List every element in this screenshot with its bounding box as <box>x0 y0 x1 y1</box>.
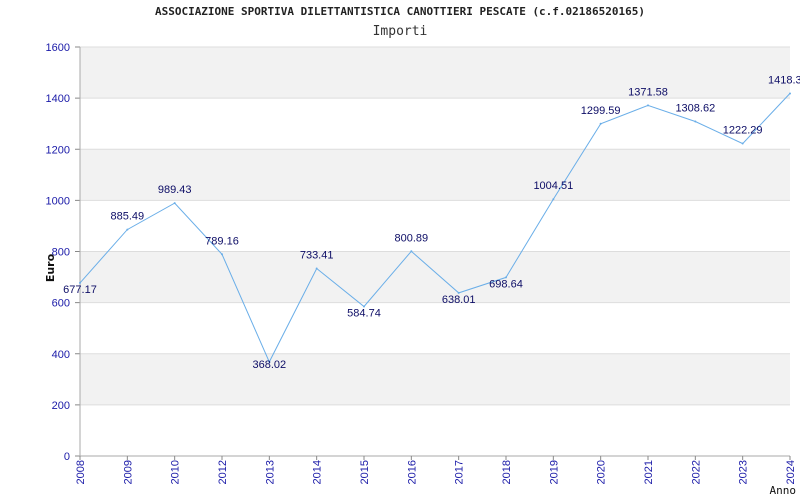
data-point <box>552 198 555 201</box>
data-point <box>789 92 791 95</box>
x-tick-label: 2023 <box>738 460 750 484</box>
x-tick-labels: 2008 2009 2010 2012 2013 2014 2015 2016 2017 2018… <box>75 456 797 484</box>
y-tick-label: 1600 <box>46 42 70 54</box>
x-tick-label: 2008 <box>75 460 87 484</box>
data-label: 638.01 <box>442 294 476 306</box>
band <box>80 302 790 354</box>
x-tick-label: 2015 <box>359 460 371 484</box>
x-tick-label: 2009 <box>122 460 134 484</box>
x-tick-label: 2018 <box>501 460 513 484</box>
data-label: 1418.3 <box>768 74 800 86</box>
data-label: 885.49 <box>111 211 145 223</box>
x-tick-label: 2024 <box>785 460 797 484</box>
data-point <box>694 120 697 123</box>
band <box>80 47 790 99</box>
data-label: 698.64 <box>489 278 523 290</box>
x-tick-label: 2010 <box>170 460 182 484</box>
data-label: 1371.58 <box>628 86 668 98</box>
y-tick-label: 0 <box>64 451 70 463</box>
y-tick-label: 1400 <box>46 93 70 105</box>
y-tick-label: 1200 <box>46 144 70 156</box>
data-point <box>647 104 649 107</box>
y-tick-label: 1000 <box>46 195 70 207</box>
x-tick-label: 2014 <box>312 460 324 484</box>
data-point <box>315 267 318 270</box>
data-label: 800.89 <box>395 232 429 244</box>
band <box>80 353 790 405</box>
data-point <box>126 228 129 231</box>
line-chart: 02004006008001000120014001600 2008 2009 20… <box>44 42 800 497</box>
data-label: 1308.62 <box>675 102 715 114</box>
band <box>80 200 790 252</box>
data-point <box>221 253 223 256</box>
data-point <box>741 142 744 145</box>
data-point <box>599 122 602 125</box>
y-tick-label: 400 <box>52 349 70 361</box>
x-tick-label: 2020 <box>596 460 608 484</box>
x-axis-label: Anno <box>770 484 797 497</box>
x-tick-label: 2022 <box>690 460 702 484</box>
y-tick-labels: 02004006008001000120014001600 <box>46 42 70 463</box>
x-tick-label: 2017 <box>454 460 466 484</box>
data-label: 584.74 <box>347 308 381 320</box>
y-axis-label: Euro <box>44 253 57 282</box>
data-point <box>410 250 413 253</box>
y-tick-label: 200 <box>52 400 70 412</box>
data-label: 1222.29 <box>723 125 763 137</box>
data-label: 1004.51 <box>533 180 573 192</box>
data-label: 989.43 <box>158 184 192 196</box>
band <box>80 251 790 303</box>
data-label: 733.41 <box>300 250 334 262</box>
data-label: 1299.59 <box>581 105 621 117</box>
x-tick-label: 2013 <box>264 460 276 484</box>
y-tick-label: 600 <box>52 298 70 310</box>
data-point <box>173 202 176 205</box>
x-tick-label: 2016 <box>406 460 418 484</box>
data-label: 368.02 <box>253 359 287 371</box>
data-label: 677.17 <box>63 284 97 296</box>
x-tick-label: 2021 <box>643 460 655 484</box>
x-tick-label: 2012 <box>217 460 229 484</box>
band <box>80 404 790 456</box>
x-tick-label: 2019 <box>548 460 560 484</box>
data-label: 789.16 <box>205 235 239 247</box>
